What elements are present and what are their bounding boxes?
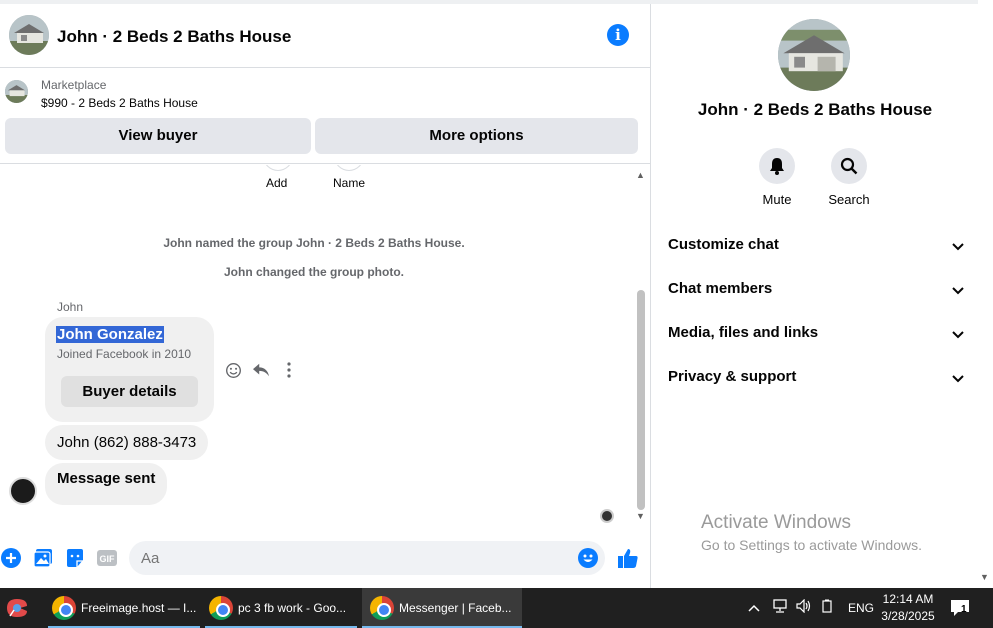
section-label: Customize chat xyxy=(668,236,779,253)
section-chat-members[interactable]: Chat members xyxy=(668,277,964,301)
joined-text: Joined Facebook in 2010 xyxy=(57,347,192,361)
taskbar-item-messenger[interactable]: Messenger | Faceb... xyxy=(362,588,522,628)
section-media-files-links[interactable]: Media, files and links xyxy=(668,321,964,345)
listing-title[interactable]: $990 - 2 Beds 2 Baths House xyxy=(41,96,198,110)
marketplace-label: Marketplace xyxy=(41,78,107,92)
clock-date: 3/28/2025 xyxy=(881,609,935,623)
page-scroll-down-icon[interactable]: ▼ xyxy=(980,572,989,582)
taskbar-item-label: Freeimage.host — I... xyxy=(81,601,197,615)
system-tray: ENG xyxy=(748,588,874,628)
chevron-up-icon[interactable] xyxy=(748,599,764,617)
notification-icon[interactable]: 1 xyxy=(950,598,970,618)
listing-thumbnail[interactable] xyxy=(5,80,28,103)
buyer-card: John Gonzalez Joined Facebook in 2010 Bu… xyxy=(45,317,214,422)
add-people-button[interactable] xyxy=(263,165,293,171)
message-scrollbar[interactable]: ▲ ▼ xyxy=(635,165,647,530)
section-label: Chat members xyxy=(668,280,773,297)
watermark-title: Activate Windows xyxy=(701,512,851,533)
bell-icon xyxy=(759,148,795,184)
sender-avatar[interactable] xyxy=(9,477,37,505)
chevron-down-icon xyxy=(952,326,964,344)
reply-icon[interactable] xyxy=(252,361,270,379)
more-vertical-icon[interactable] xyxy=(280,361,298,379)
info-icon[interactable]: i xyxy=(607,24,629,46)
message-bubble[interactable]: Message sent xyxy=(45,463,168,505)
sender-name: John xyxy=(57,300,84,314)
message-bubble[interactable]: John (862) 888-3473 xyxy=(45,425,209,460)
sticker-icon[interactable] xyxy=(65,548,87,570)
section-label: Media, files and links xyxy=(668,324,819,341)
scroll-up-icon[interactable]: ▲ xyxy=(636,170,645,180)
taskbar-item-freeimage[interactable]: Freeimage.host — I... xyxy=(48,588,200,628)
emoji-icon[interactable] xyxy=(578,548,598,568)
watermark-subtitle: Go to Settings to activate Windows. xyxy=(701,537,922,553)
mute-button[interactable]: Mute xyxy=(747,148,807,207)
chevron-down-icon xyxy=(952,370,964,388)
chat-header: John · 2 Beds 2 Baths House i xyxy=(0,4,650,68)
scroll-down-icon[interactable]: ▼ xyxy=(636,511,645,521)
message-list: Add Name John named the group John · 2 B… xyxy=(0,165,650,530)
svg-text:GIF: GIF xyxy=(100,554,116,564)
buyer-name[interactable]: John Gonzalez xyxy=(56,326,164,343)
system-message: John named the group John · 2 Beds 2 Bat… xyxy=(163,236,465,250)
taskbar-item-pc3[interactable]: pc 3 fb work - Goo... xyxy=(205,588,357,628)
buyer-details-button[interactable]: Buyer details xyxy=(61,376,198,407)
volume-icon[interactable] xyxy=(796,598,812,618)
messenger-app: John · 2 Beds 2 Baths House i Marketplac… xyxy=(0,0,993,588)
taskbar-item-label: Messenger | Faceb... xyxy=(399,601,512,615)
more-options-button[interactable]: More options xyxy=(315,118,638,154)
activate-windows-watermark: Activate Windows Go to Settings to activ… xyxy=(701,512,922,553)
message-input[interactable] xyxy=(129,541,605,575)
name-group-button[interactable] xyxy=(334,165,364,171)
system-message: John changed the group photo. xyxy=(224,265,404,279)
smiley-react-icon[interactable] xyxy=(224,361,242,379)
clock-time: 12:14 AM xyxy=(882,592,934,606)
view-buyer-button[interactable]: View buyer xyxy=(5,118,311,154)
chat-title[interactable]: John · 2 Beds 2 Baths House xyxy=(57,27,291,47)
search-icon xyxy=(831,148,867,184)
chevron-down-icon xyxy=(952,238,964,256)
section-label: Privacy & support xyxy=(668,368,797,385)
chrome-icon xyxy=(52,596,76,620)
chevron-down-icon xyxy=(952,282,964,300)
search-label: Search xyxy=(828,192,870,207)
clock[interactable]: 12:14 AM 3/28/2025 xyxy=(876,591,940,625)
mute-label: Mute xyxy=(762,192,792,207)
section-customize-chat[interactable]: Customize chat xyxy=(668,233,964,257)
start-app-icon[interactable] xyxy=(4,596,30,620)
battery-icon[interactable] xyxy=(820,599,836,618)
search-button[interactable]: Search xyxy=(819,148,879,207)
composer: GIF xyxy=(0,538,650,578)
taskbar-item-label: pc 3 fb work - Goo... xyxy=(238,601,347,615)
chrome-icon xyxy=(209,596,233,620)
gif-icon[interactable]: GIF xyxy=(96,548,118,570)
add-label: Add xyxy=(266,176,288,190)
name-label: Name xyxy=(333,176,366,190)
group-photo[interactable] xyxy=(778,19,850,91)
notification-count: 1 xyxy=(961,604,967,615)
message-actions xyxy=(224,359,298,381)
group-avatar[interactable] xyxy=(9,15,49,55)
seen-receipt-avatar xyxy=(600,509,614,523)
windows-taskbar: Freeimage.host — I... pc 3 fb work - Goo… xyxy=(0,588,993,628)
language-indicator[interactable]: ENG xyxy=(848,601,874,615)
plus-icon[interactable] xyxy=(1,548,23,570)
chrome-icon xyxy=(370,596,394,620)
scroll-thumb[interactable] xyxy=(637,290,645,510)
network-icon[interactable] xyxy=(772,598,788,618)
chat-details-panel: John · 2 Beds 2 Baths House Mute Search … xyxy=(650,4,978,588)
marketplace-bar: Marketplace $990 - 2 Beds 2 Baths House … xyxy=(0,68,650,164)
gallery-icon[interactable] xyxy=(33,548,55,570)
section-privacy-support[interactable]: Privacy & support xyxy=(668,365,964,389)
like-icon[interactable] xyxy=(617,547,639,569)
panel-title: John · 2 Beds 2 Baths House xyxy=(697,100,933,119)
